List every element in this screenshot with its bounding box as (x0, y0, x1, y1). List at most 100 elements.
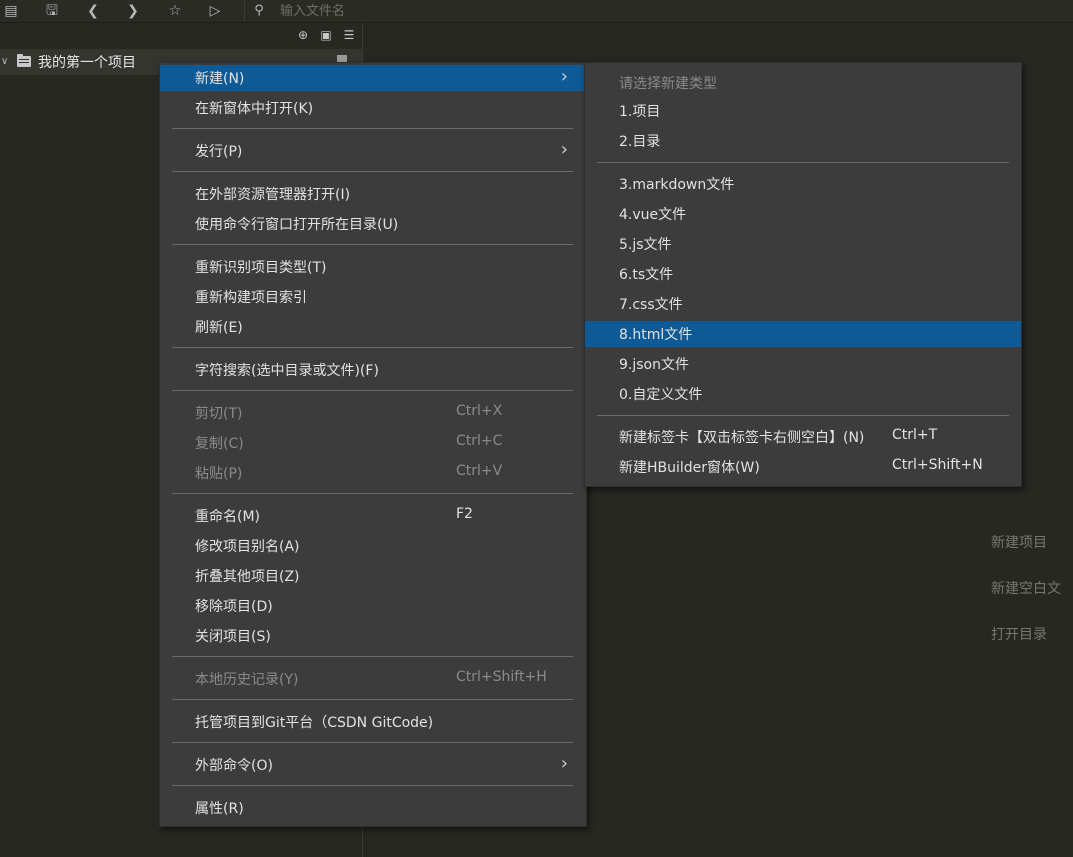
menu-separator (172, 699, 573, 700)
menu-item-host-on-git-platform[interactable]: 托管项目到Git平台（CSDN GitCode) (160, 709, 584, 735)
welcome-open-directory-link[interactable]: 打开目录 (991, 624, 1047, 644)
chevron-down-icon[interactable]: ∨ (1, 54, 11, 70)
menu-separator (172, 390, 573, 391)
submenu-item-label: 0.自定义文件 (619, 387, 703, 403)
menu-item-label: 修改项目别名(A) (195, 539, 300, 555)
new-css-file-item[interactable]: 7.css文件 (585, 291, 1021, 317)
menu-item-redetect-project-type[interactable]: 重新识别项目类型(T) (160, 254, 584, 280)
menu-separator (172, 785, 573, 786)
menu-separator (597, 162, 1009, 163)
menu-item-shortcut: Ctrl+V (456, 463, 503, 479)
menu-item-label: 使用命令行窗口打开所在目录(U) (195, 217, 399, 233)
submenu-item-label: 新建标签卡【双击标签卡右侧空白】(N) (619, 430, 865, 446)
menu-item-collapse-other-projects[interactable]: 折叠其他项目(Z) (160, 563, 584, 589)
menu-item-remove-project[interactable]: 移除项目(D) (160, 593, 584, 619)
menu-item-text-search[interactable]: 字符搜索(选中目录或文件)(F) (160, 357, 584, 383)
menu-item-label: 剪切(T) (195, 406, 243, 422)
menu-item-refresh[interactable]: 刷新(E) (160, 314, 584, 340)
save-icon[interactable]: 🖫 (43, 2, 61, 20)
submenu-item-label: 8.html文件 (619, 327, 693, 343)
menu-separator (172, 347, 573, 348)
menu-separator (172, 244, 573, 245)
submenu-item-label: 5.js文件 (619, 237, 672, 253)
submenu-item-label: 9.json文件 (619, 357, 689, 373)
menu-item-label: 刷新(E) (195, 320, 243, 336)
menu-item-open-in-new-window[interactable]: 在新窗体中打开(K) (160, 95, 584, 121)
new-file-icon[interactable]: ▤ (2, 2, 20, 20)
chevron-right-icon: › (560, 753, 568, 774)
welcome-new-blank-file-link[interactable]: 新建空白文 (991, 578, 1061, 598)
menu-item-label: 在外部资源管理器打开(I) (195, 187, 351, 203)
menu-item-cut[interactable]: 剪切(T) Ctrl+X (160, 400, 584, 426)
top-toolbar: ▤ 🖫 ❮ ❯ ☆ ▷ ⚲ (0, 0, 1073, 23)
chevron-right-icon: › (560, 139, 568, 160)
forward-icon[interactable]: ❯ (124, 2, 142, 20)
submenu-item-label: 4.vue文件 (619, 207, 687, 223)
new-json-file-item[interactable]: 9.json文件 (585, 351, 1021, 377)
new-hbuilder-window-item[interactable]: 新建HBuilder窗体(W) Ctrl+Shift+N (585, 454, 1021, 480)
file-search-input[interactable] (278, 1, 682, 21)
explorer-header: ⊕ ▣ ☰ (0, 23, 362, 48)
menu-item-paste[interactable]: 粘贴(P) Ctrl+V (160, 460, 584, 486)
submenu-item-label: 2.目录 (619, 134, 661, 150)
star-icon[interactable]: ☆ (166, 2, 184, 20)
menu-item-new[interactable]: 新建(N) › (160, 65, 584, 91)
menu-item-label: 关闭项目(S) (195, 629, 271, 645)
new-js-file-item[interactable]: 5.js文件 (585, 231, 1021, 257)
submenu-item-shortcut: Ctrl+Shift+N (892, 457, 983, 473)
menu-separator (172, 742, 573, 743)
menu-separator (172, 171, 573, 172)
menu-item-label: 属性(R) (195, 801, 244, 817)
menu-item-label: 复制(C) (195, 436, 244, 452)
menu-item-new-label: 新建(N) (195, 71, 245, 87)
submenu-item-label: 新建HBuilder窗体(W) (619, 460, 760, 476)
menu-separator (172, 656, 573, 657)
menu-item-edit-project-alias[interactable]: 修改项目别名(A) (160, 533, 584, 559)
menu-item-shortcut: Ctrl+Shift+H (456, 669, 547, 685)
project-name: 我的第一个项目 (38, 55, 136, 71)
menu-item-rebuild-index[interactable]: 重新构建项目索引 (160, 284, 584, 310)
menu-separator (172, 493, 573, 494)
submenu-item-label: 1.项目 (619, 104, 661, 120)
menu-separator (172, 128, 573, 129)
new-ts-file-item[interactable]: 6.ts文件 (585, 261, 1021, 287)
new-directory-item[interactable]: 2.目录 (585, 128, 1021, 154)
submenu-item-label: 3.markdown文件 (619, 177, 735, 193)
menu-item-local-history[interactable]: 本地历史记录(Y) Ctrl+Shift+H (160, 666, 584, 692)
menu-item-open-in-explorer[interactable]: 在外部资源管理器打开(I) (160, 181, 584, 207)
submenu-item-shortcut: Ctrl+T (892, 427, 938, 443)
submenu-item-label: 6.ts文件 (619, 267, 674, 283)
menu-item-rename[interactable]: 重命名(M) F2 (160, 503, 584, 529)
menu-item-label: 重命名(M) (195, 509, 261, 525)
menu-icon[interactable]: ☰ (341, 27, 357, 43)
locate-icon[interactable]: ⊕ (295, 27, 311, 43)
menu-item-label: 移除项目(D) (195, 599, 273, 615)
chevron-right-icon: › (560, 66, 568, 87)
collapse-all-icon[interactable]: ▣ (318, 27, 334, 43)
menu-item-open-in-terminal[interactable]: 使用命令行窗口打开所在目录(U) (160, 211, 584, 237)
menu-item-copy[interactable]: 复制(C) Ctrl+C (160, 430, 584, 456)
file-search-box: ⚲ (248, 0, 1068, 22)
new-project-item[interactable]: 1.项目 (585, 98, 1021, 124)
menu-item-shortcut: Ctrl+X (456, 403, 503, 419)
submenu-item-label: 7.css文件 (619, 297, 683, 313)
new-vue-file-item[interactable]: 4.vue文件 (585, 201, 1021, 227)
menu-separator (597, 415, 1009, 416)
new-markdown-file-item[interactable]: 3.markdown文件 (585, 171, 1021, 197)
file-search-icon: ⚲ (254, 3, 264, 18)
new-custom-file-item[interactable]: 0.自定义文件 (585, 381, 1021, 407)
back-icon[interactable]: ❮ (84, 2, 102, 20)
menu-item-publish[interactable]: 发行(P) › (160, 138, 584, 164)
menu-item-label: 发行(P) (195, 144, 243, 160)
new-html-file-item[interactable]: 8.html文件 (585, 321, 1021, 347)
run-icon[interactable]: ▷ (206, 2, 224, 20)
project-context-menu: 新建(N) › 在新窗体中打开(K) 发行(P) › 在外部资源管理器打开(I)… (159, 62, 587, 827)
menu-item-label: 托管项目到Git平台（CSDN GitCode) (195, 715, 434, 731)
menu-item-properties[interactable]: 属性(R) (160, 795, 584, 821)
new-tab-item[interactable]: 新建标签卡【双击标签卡右侧空白】(N) Ctrl+T (585, 424, 1021, 450)
welcome-new-project-link[interactable]: 新建项目 (991, 532, 1047, 552)
menu-item-label: 重新构建项目索引 (195, 290, 307, 306)
menu-item-close-project[interactable]: 关闭项目(S) (160, 623, 584, 649)
menu-item-external-commands[interactable]: 外部命令(O) › (160, 752, 584, 778)
new-submenu: 请选择新建类型 1.项目 2.目录 3.markdown文件 4.vue文件 5… (584, 62, 1022, 487)
